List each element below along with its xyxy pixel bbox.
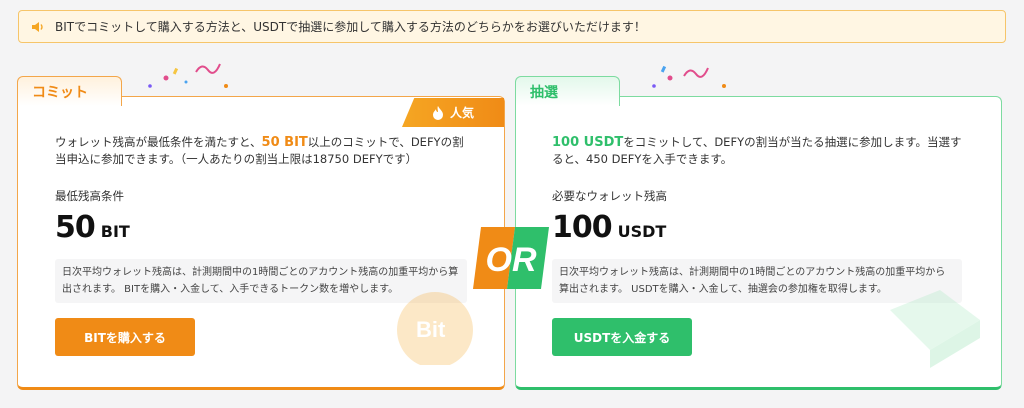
min-balance-value: 50 BIT bbox=[55, 210, 130, 245]
or-text: OR bbox=[486, 241, 537, 279]
confetti-decoration bbox=[652, 65, 726, 88]
tab-commit: コミット bbox=[17, 76, 122, 106]
lottery-description: 100 USDTをコミットして、DEFYの割当が当たる抽選に参加します。当選する… bbox=[552, 135, 962, 166]
popular-badge: 人気 bbox=[402, 98, 504, 127]
notice-banner: BITでコミットして購入する方法と、USDTで抽選に参加して購入する方法のどちら… bbox=[18, 10, 1006, 43]
required-balance-value: 100 USDT bbox=[552, 210, 667, 245]
deposit-usdt-button[interactable]: USDTを入金する bbox=[552, 318, 692, 356]
bit-coin-watermark: Bit bbox=[397, 292, 473, 365]
or-badge: OR bbox=[473, 227, 549, 289]
notice-text: BITでコミットして購入する方法と、USDTで抽選に参加して購入する方法のどちら… bbox=[55, 20, 646, 34]
required-balance-label: 必要なウォレット残高 bbox=[552, 189, 667, 203]
fire-icon bbox=[432, 105, 443, 120]
speaker-icon bbox=[31, 20, 45, 34]
min-balance-label: 最低残高条件 bbox=[55, 189, 124, 203]
commit-description: ウォレット残高が最低条件を満たすと、50 BIT以上のコミットで、DEFYの割当… bbox=[55, 135, 464, 166]
confetti-decoration bbox=[148, 63, 228, 88]
tab-lottery: 抽選 bbox=[515, 76, 620, 106]
watermark-text: Bit bbox=[416, 317, 446, 342]
buy-bit-button[interactable]: BITを購入する bbox=[55, 318, 195, 356]
gift-watermark bbox=[890, 290, 980, 368]
